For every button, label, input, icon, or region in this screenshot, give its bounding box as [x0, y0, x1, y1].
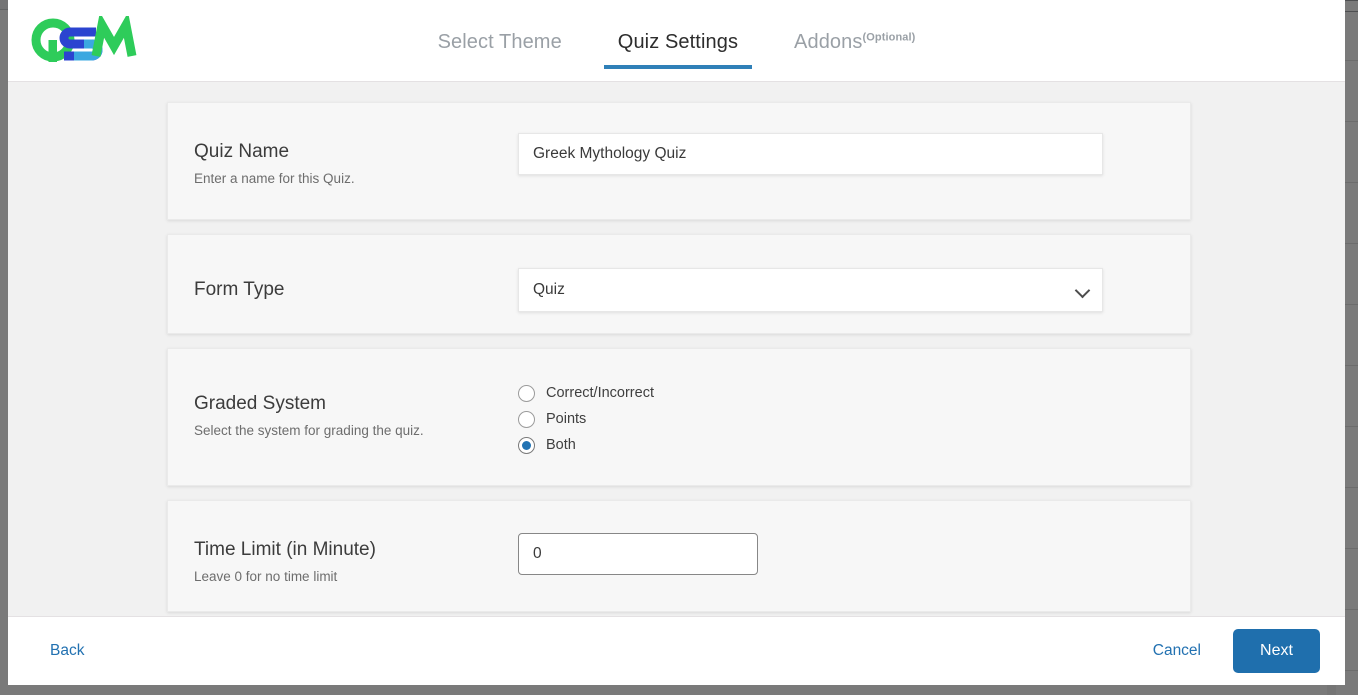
radio-points[interactable]: Points — [518, 407, 1164, 432]
radio-correct-incorrect-dot[interactable] — [518, 385, 535, 402]
cancel-button[interactable]: Cancel — [1153, 642, 1201, 660]
tab-addons[interactable]: Addons(Optional) — [766, 0, 943, 74]
setting-graded-system-title: Graded System — [194, 393, 326, 414]
setting-time-limit-control — [518, 501, 1164, 601]
setting-time-limit-labels: Time Limit (in Minute) Leave 0 for no ti… — [194, 501, 518, 616]
setting-quiz-name-description: Enter a name for this Quiz. — [194, 171, 355, 186]
tab-quiz-settings[interactable]: Quiz Settings — [590, 0, 766, 74]
tab-quiz-settings-label: Quiz Settings — [617, 31, 739, 53]
radio-both-label: Both — [546, 437, 576, 453]
quiz-wizard-modal: Select Theme Quiz Settings Addons(Option… — [8, 0, 1345, 685]
radio-points-dot[interactable] — [518, 411, 535, 428]
setting-time-limit-title: Time Limit (in Minute) — [194, 539, 376, 560]
setting-quiz-name-control — [518, 103, 1164, 201]
quiz-name-input[interactable] — [518, 133, 1103, 175]
form-type-select[interactable]: Quiz — [518, 268, 1103, 312]
modal-header: Select Theme Quiz Settings Addons(Option… — [8, 0, 1345, 82]
setting-quiz-name-labels: Quiz Name Enter a name for this Quiz. — [194, 103, 518, 218]
setting-quiz-name: Quiz Name Enter a name for this Quiz. — [167, 102, 1191, 220]
time-limit-input[interactable] — [518, 533, 758, 575]
setting-form-type-title: Form Type — [194, 279, 285, 300]
setting-time-limit-description: Leave 0 for no time limit — [194, 569, 338, 584]
setting-graded-system-description: Select the system for grading the quiz. — [194, 423, 424, 438]
radio-both-dot[interactable] — [518, 437, 535, 454]
setting-time-limit: Time Limit (in Minute) Leave 0 for no ti… — [167, 500, 1191, 612]
tab-select-theme[interactable]: Select Theme — [410, 0, 590, 74]
radio-both[interactable]: Both — [518, 433, 1164, 458]
next-button[interactable]: Next — [1233, 629, 1320, 673]
form-type-select-wrapper: Quiz — [518, 268, 1103, 312]
setting-form-type: Form Type Quiz — [167, 234, 1191, 334]
setting-quiz-name-title: Quiz Name — [194, 141, 290, 162]
wizard-tabs: Select Theme Quiz Settings Addons(Option… — [8, 0, 1345, 82]
setting-form-type-labels: Form Type — [194, 235, 518, 333]
setting-graded-system-labels: Graded System Select the system for grad… — [194, 349, 518, 470]
setting-graded-system-control: Correct/Incorrect Points Both — [518, 349, 1164, 485]
setting-graded-system: Graded System Select the system for grad… — [167, 348, 1191, 486]
modal-body: Quiz Name Enter a name for this Quiz. Fo… — [8, 82, 1345, 616]
radio-points-label: Points — [546, 411, 587, 427]
radio-correct-incorrect[interactable]: Correct/Incorrect — [518, 381, 1164, 406]
setting-form-type-control: Quiz — [518, 235, 1164, 338]
tab-addons-label: Addons — [794, 31, 863, 53]
back-button[interactable]: Back — [50, 642, 84, 660]
settings-list: Quiz Name Enter a name for this Quiz. Fo… — [167, 102, 1191, 616]
radio-correct-incorrect-label: Correct/Incorrect — [546, 385, 654, 401]
modal-footer: Back Cancel Next — [8, 616, 1345, 685]
tab-select-theme-label: Select Theme — [437, 31, 562, 53]
tab-addons-optional-superscript: (Optional) — [862, 31, 916, 44]
